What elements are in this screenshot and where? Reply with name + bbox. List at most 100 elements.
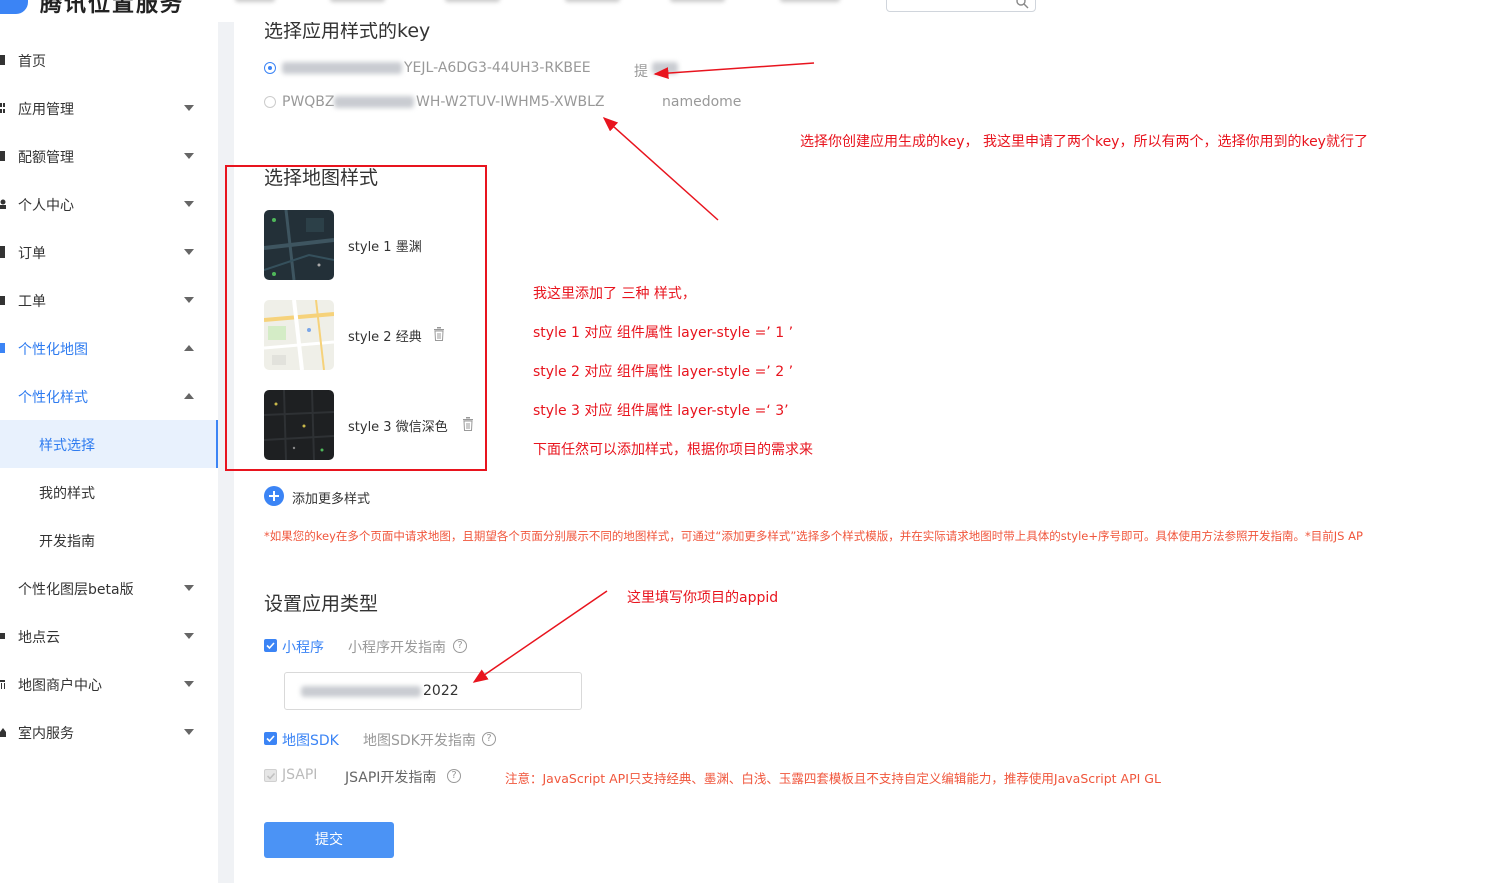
chevron-down-icon: [184, 105, 194, 111]
sidebar-item-merchant-center[interactable]: 地图商户中心: [0, 660, 218, 708]
redacted-appid: [301, 686, 421, 697]
sidebar-item-place-cloud[interactable]: 地点云: [0, 612, 218, 660]
map-sdk-checkbox[interactable]: [264, 732, 277, 745]
annotation-highlight-box: [225, 165, 487, 471]
sidebar-item-label: 开发指南: [39, 534, 95, 550]
key-radio-1[interactable]: [264, 62, 276, 74]
sidebar-item-quota-management[interactable]: 配额管理: [0, 132, 218, 180]
sidebar-item-label: 样式选择: [39, 438, 95, 454]
sidebar-item-label: 地点云: [18, 630, 60, 646]
top-nav-item[interactable]: [235, 0, 275, 2]
top-bar: 腾讯位置服务: [0, 0, 1491, 22]
top-nav-item[interactable]: [780, 0, 840, 2]
chevron-down-icon: [184, 249, 194, 255]
jsapi-label: JSAPI: [282, 767, 318, 783]
help-icon[interactable]: ?: [453, 639, 467, 653]
annotation-style-1-mapping: style 1 对应 组件属性 layer-style =’ 1 ’: [533, 325, 794, 341]
sidebar-item-label: 个性化地图: [18, 342, 88, 358]
sidebar-item-app-management[interactable]: 应用管理: [0, 84, 218, 132]
app-type-section-title: 设置应用类型: [264, 593, 379, 615]
map-sdk-label[interactable]: 地图SDK: [282, 730, 339, 750]
chevron-down-icon: [184, 297, 194, 303]
app-icon: [0, 103, 5, 113]
user-icon: [0, 199, 6, 209]
annotation-appid-note: 这里填写你项目的appid: [627, 590, 779, 606]
sidebar-item-style-select[interactable]: 样式选择: [0, 420, 218, 468]
annotation-styles-added: 我这里添加了 三种 样式，: [533, 286, 696, 302]
add-style-icon[interactable]: [264, 486, 284, 506]
redacted-key-part: [334, 96, 414, 108]
top-nav-item[interactable]: [670, 0, 725, 2]
key-name-2: namedome: [662, 94, 742, 110]
sidebar-item-label: 个性化样式: [18, 390, 88, 406]
sidebar-item-label: 室内服务: [18, 726, 74, 742]
search-icon[interactable]: [1015, 0, 1029, 9]
chevron-down-icon: [184, 681, 194, 687]
sidebar-item-label: 首页: [18, 54, 46, 70]
chevron-down-icon: [184, 729, 194, 735]
sidebar-item-dev-guide[interactable]: 开发指南: [0, 516, 218, 564]
multi-style-note: *如果您的key在多个页面中请求地图，且期望各个页面分别展示不同的地图样式，可通…: [264, 529, 1363, 543]
annotation-style-3-mapping: style 3 对应 组件属性 layer-style =‘ 3’: [533, 403, 789, 419]
top-nav-item[interactable]: [445, 0, 500, 2]
miniprogram-guide-link[interactable]: 小程序开发指南: [348, 637, 446, 657]
sidebar-item-label: 订单: [18, 246, 46, 262]
ticket-icon: [0, 296, 5, 305]
active-indicator: [216, 420, 218, 468]
add-more-styles-button[interactable]: 添加更多样式: [292, 488, 370, 507]
top-nav-item[interactable]: [565, 0, 620, 2]
help-icon[interactable]: ?: [447, 769, 461, 783]
chevron-down-icon: [184, 633, 194, 639]
key-value-2: WH-W2TUV-IWHM5-XWBLZ: [416, 94, 605, 110]
redacted-key-part: [282, 62, 402, 74]
sidebar: 首页 应用管理 配额管理 个人中心 订单 工单 个性化地图 个性化样式 样式选择: [0, 22, 218, 883]
annotation-add-more-note: 下面任然可以添加样式，根据你项目的需求来: [533, 442, 813, 458]
brand-name: 腾讯位置服务: [40, 0, 185, 17]
appid-value-suffix: 2022: [423, 683, 459, 699]
sidebar-item-label: 地图商户中心: [18, 678, 102, 694]
jsapi-checkbox: [264, 769, 277, 782]
sidebar-item-home[interactable]: 首页: [0, 36, 218, 84]
sidebar-item-label: 个性化图层beta版: [18, 582, 134, 598]
sidebar-item-custom-map[interactable]: 个性化地图: [0, 324, 218, 372]
sidebar-item-indoor-service[interactable]: 室内服务: [0, 708, 218, 756]
sidebar-item-custom-style[interactable]: 个性化样式: [0, 372, 218, 420]
chevron-up-icon: [184, 345, 194, 351]
key-section-title: 选择应用样式的key: [264, 22, 431, 42]
sidebar-item-personal-center[interactable]: 个人中心: [0, 180, 218, 228]
key-radio-2[interactable]: [264, 96, 276, 108]
key-value-1: YEJL-A6DG3-44UH3-RKBEE: [404, 60, 591, 76]
sidebar-item-label: 个人中心: [18, 198, 74, 214]
sidebar-item-tickets[interactable]: 工单: [0, 276, 218, 324]
home-icon: [0, 55, 5, 65]
miniprogram-checkbox[interactable]: [264, 639, 277, 652]
chevron-up-icon: [184, 393, 194, 399]
sidebar-item-my-styles[interactable]: 我的样式: [0, 468, 218, 516]
appid-input[interactable]: 2022: [284, 672, 582, 710]
map-sdk-guide-link[interactable]: 地图SDK开发指南: [363, 730, 476, 750]
chevron-down-icon: [184, 201, 194, 207]
map-edit-icon: [0, 343, 5, 353]
store-icon: [0, 680, 5, 689]
chevron-down-icon: [184, 153, 194, 159]
sidebar-item-label: 配额管理: [18, 150, 74, 166]
order-icon: [0, 246, 5, 258]
key-name-1: 提: [634, 64, 648, 80]
chevron-down-icon: [184, 585, 194, 591]
check-icon: [266, 735, 275, 743]
jsapi-guide-link[interactable]: JSAPI开发指南: [345, 767, 436, 787]
building-icon: [0, 728, 6, 737]
redacted-key-name: [652, 62, 678, 74]
sidebar-item-orders[interactable]: 订单: [0, 228, 218, 276]
top-nav-item[interactable]: [330, 0, 385, 2]
top-search-input[interactable]: [886, 0, 1036, 12]
sidebar-item-custom-layer-beta[interactable]: 个性化图层beta版: [0, 564, 218, 612]
quota-icon: [0, 151, 5, 161]
submit-button[interactable]: 提交: [264, 822, 394, 858]
miniprogram-label[interactable]: 小程序: [282, 637, 324, 657]
key-value-prefix-2: PWQBZ: [282, 94, 335, 110]
help-icon[interactable]: ?: [482, 732, 496, 746]
jsapi-note: 注意：JavaScript API只支持经典、墨渊、白浅、玉露四套模板且不支持自…: [505, 771, 1161, 786]
annotation-key-note: 选择你创建应用生成的key， 我这里申请了两个key，所以有两个，选择你用到的k…: [800, 134, 1368, 150]
sidebar-item-label: 应用管理: [18, 102, 74, 118]
